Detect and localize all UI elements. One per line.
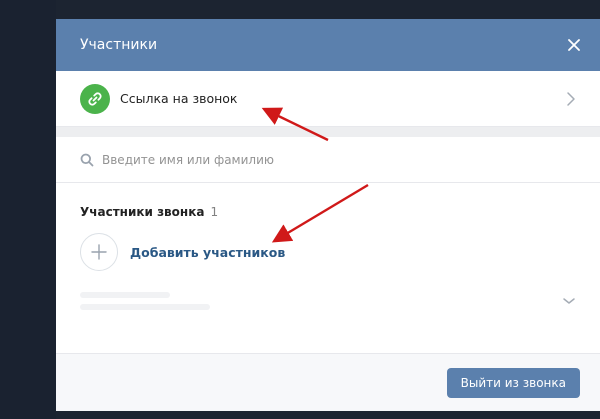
add-participants-label: Добавить участников — [130, 244, 286, 260]
call-link-label: Ссылка на звонок — [120, 91, 238, 106]
modal-footer: Выйти из звонка — [56, 353, 600, 411]
close-icon — [568, 39, 580, 51]
members-title: Участники звонка — [80, 205, 205, 219]
member-list-item[interactable] — [56, 283, 600, 319]
page-backdrop — [0, 0, 56, 419]
search-row — [56, 137, 600, 183]
blurred-member-info — [80, 292, 210, 310]
link-icon — [80, 83, 110, 114]
members-count: 1 — [210, 205, 219, 219]
chevron-down-icon[interactable] — [562, 296, 576, 306]
plus-icon — [91, 244, 107, 260]
leave-call-button[interactable]: Выйти из звонка — [446, 367, 580, 398]
modal-title: Участники — [80, 37, 158, 53]
chevron-right-icon — [567, 91, 575, 106]
add-circle — [80, 233, 118, 271]
members-header: Участники звонка 1 — [56, 183, 600, 219]
section-separator — [56, 127, 600, 137]
call-link-row[interactable]: Ссылка на звонок — [56, 71, 600, 127]
search-input[interactable] — [102, 152, 502, 167]
blurred-line — [80, 304, 210, 310]
close-button[interactable] — [562, 33, 586, 57]
search-icon — [80, 153, 94, 166]
blurred-line — [80, 292, 170, 298]
add-participants-button[interactable]: Добавить участников — [56, 233, 600, 271]
call-link-left: Ссылка на звонок — [80, 83, 238, 114]
participants-modal: Участники Ссылка на звонок Введите имя и… — [56, 19, 600, 411]
modal-header: Участники — [56, 19, 600, 71]
